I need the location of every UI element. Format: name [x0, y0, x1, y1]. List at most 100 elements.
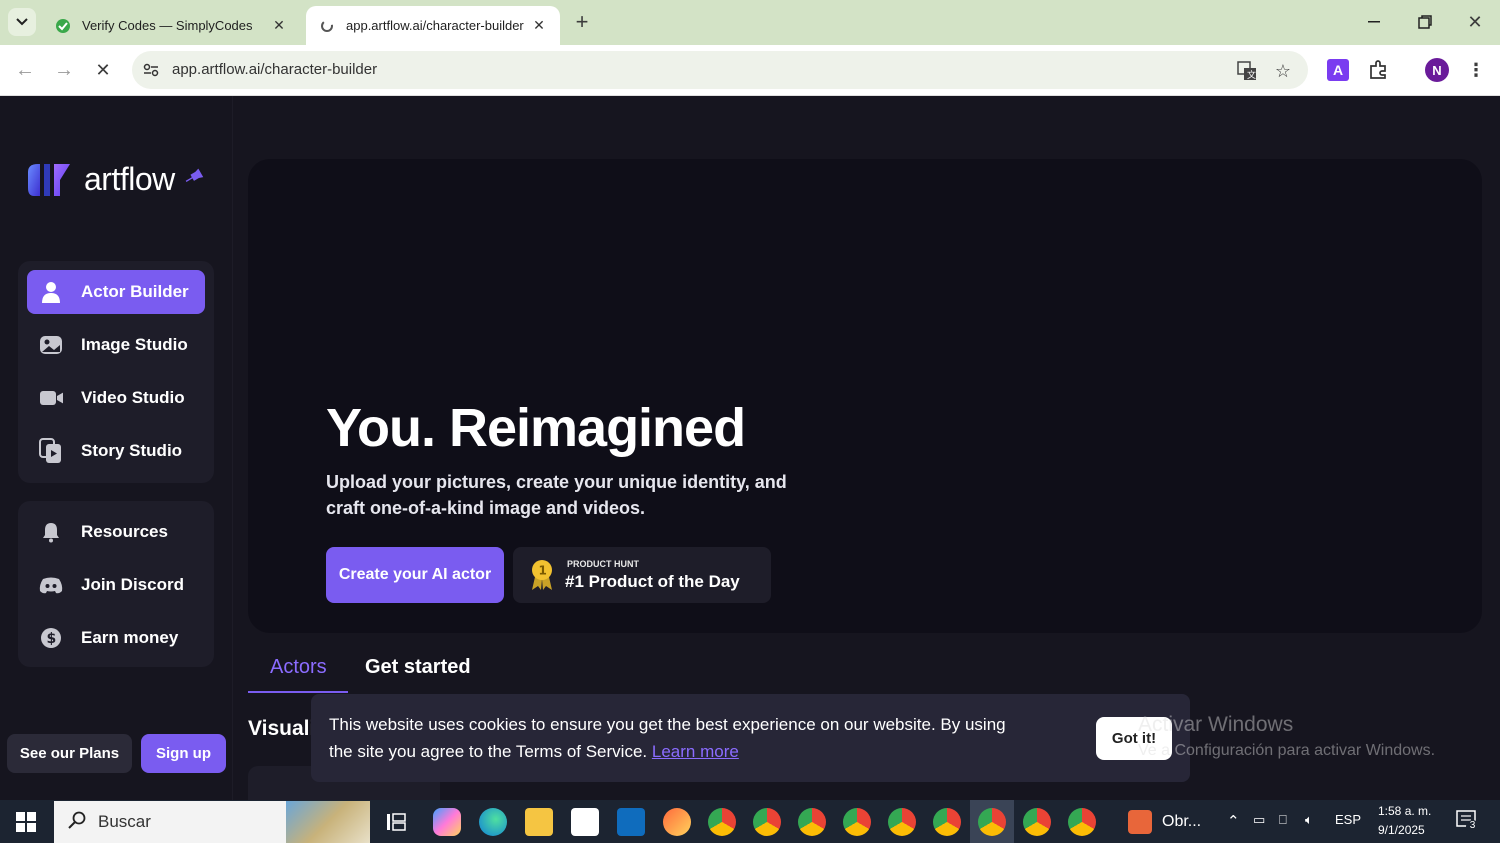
task-view-icon[interactable] [386, 812, 406, 832]
site-settings-icon[interactable] [141, 60, 161, 80]
see-plans-button[interactable]: See our Plans [7, 734, 132, 773]
notification-count: 3 [1466, 820, 1479, 833]
learn-more-link[interactable]: Learn more [652, 742, 739, 761]
close-window-icon[interactable]: ✕ [1461, 8, 1489, 36]
microsoft-store-icon[interactable] [571, 808, 599, 836]
url-text: app.artflow.ai/character-builder [172, 61, 378, 78]
chrome-profile-b-icon[interactable] [843, 808, 871, 836]
artflow-app: artflow Actor Builder Image Studio Video… [0, 96, 1500, 800]
copilot-icon[interactable] [433, 808, 461, 836]
section-heading: Visuali [248, 717, 316, 740]
nav-actor-builder[interactable]: Actor Builder [27, 270, 205, 314]
menu-kebab-icon[interactable]: ⋮ [1466, 58, 1486, 82]
story-pages-icon [39, 438, 63, 463]
file-explorer-icon[interactable] [525, 808, 553, 836]
windows-start-icon[interactable] [16, 812, 36, 832]
close-tab-icon[interactable]: ✕ [530, 17, 548, 34]
restore-icon[interactable] [1411, 8, 1439, 36]
bookmark-star-icon[interactable]: ☆ [1272, 60, 1294, 82]
windows-taskbar: Buscar Obr... ⌃ ▭ ⎕ 🔈︎ ESP 1:58 a. m. 9/… [0, 800, 1500, 843]
close-tab-icon[interactable]: ✕ [270, 17, 288, 34]
browser-toolbar: ← → ✕ app.artflow.ai/character-builder 文… [0, 45, 1500, 96]
windows-activation-subtitle: Ve a Configuración para activar Windows. [1138, 742, 1436, 759]
chrome-profile-j2-icon[interactable] [798, 808, 826, 836]
extensions-puzzle-icon[interactable] [1366, 58, 1390, 82]
notifications-icon[interactable]: 3 [1456, 810, 1479, 833]
nav-label: Video Studio [81, 388, 185, 407]
forward-arrow-icon[interactable]: → [51, 57, 77, 83]
tab-get-started[interactable]: Get started [365, 656, 471, 679]
tab-verify-codes[interactable]: Verify Codes — SimplyCodes ✕ [42, 6, 300, 45]
bell-icon [39, 520, 63, 544]
secondary-nav: Resources Join Discord $ Earn money [18, 501, 214, 667]
svg-text:文: 文 [1247, 69, 1256, 81]
browser-tab-strip: Verify Codes — SimplyCodes ✕ app.artflow… [0, 0, 1500, 45]
badge-caption: PRODUCT HUNT [567, 559, 639, 569]
translate-icon[interactable]: 文 [1236, 60, 1258, 82]
back-arrow-icon[interactable]: ← [12, 57, 38, 83]
traffic-warning-icon [1128, 810, 1152, 834]
svg-text:$: $ [47, 631, 57, 647]
nav-label: Image Studio [81, 335, 188, 354]
chrome-profile-j-icon[interactable] [753, 808, 781, 836]
stop-loading-icon[interactable]: ✕ [90, 57, 116, 83]
search-placeholder: Buscar [98, 812, 151, 831]
video-camera-icon [39, 386, 63, 410]
product-hunt-badge[interactable]: 1 PRODUCT HUNT #1 Product of the Day [513, 547, 771, 603]
nav-label: Join Discord [81, 575, 184, 594]
nav-resources[interactable]: Resources [27, 510, 205, 554]
dollar-coin-icon: $ [39, 626, 63, 650]
nav-label: Story Studio [81, 441, 183, 460]
cookie-banner: This website uses cookies to ensure you … [311, 694, 1190, 782]
meet-icon[interactable]: ▭ [1253, 812, 1265, 828]
clock-time[interactable]: 1:58 a. m. [1378, 804, 1431, 818]
minimize-icon[interactable] [1360, 8, 1388, 36]
image-icon [39, 333, 63, 357]
nav-image-studio[interactable]: Image Studio [27, 323, 205, 367]
nav-earn-money[interactable]: $ Earn money [27, 616, 205, 660]
chrome-profile-a-icon[interactable] [708, 808, 736, 836]
address-bar[interactable]: app.artflow.ai/character-builder 文 ☆ [132, 51, 1308, 89]
weather-widget[interactable]: Obr... [1128, 810, 1201, 834]
taskbar-search[interactable]: Buscar [54, 801, 370, 843]
nav-join-discord[interactable]: Join Discord [27, 563, 205, 607]
network-icon[interactable]: ⎕ [1279, 812, 1287, 828]
chrome-profile-j3-icon[interactable] [888, 808, 916, 836]
outlook-icon[interactable] [617, 808, 645, 836]
medal-icon: 1 [532, 560, 552, 590]
weather-label: Obr... [1162, 813, 1202, 830]
volume-icon[interactable]: 🔈︎ [1305, 812, 1313, 828]
new-tab-plus-icon[interactable]: + [570, 9, 594, 34]
language-indicator[interactable]: ESP [1335, 812, 1361, 827]
hero-subtitle: Upload your pictures, create your unique… [326, 472, 787, 518]
active-tab-indicator [248, 691, 348, 693]
windows-activation-title: Activar Windows [1138, 713, 1294, 736]
profile-avatar[interactable]: N [1425, 58, 1449, 82]
tab-artflow[interactable]: app.artflow.ai/character-builder ✕ [306, 6, 560, 45]
user-icon [39, 280, 63, 304]
tab-actors[interactable]: Actors [270, 656, 327, 679]
simplycodes-favicon-icon [54, 17, 72, 35]
app-swirl-icon[interactable] [663, 808, 691, 836]
nav-story-studio[interactable]: Story Studio [27, 429, 205, 473]
search-highlight-image [286, 801, 370, 843]
sidebar: artflow Actor Builder Image Studio Video… [0, 96, 233, 800]
chrome-profile-n2-icon[interactable] [1023, 808, 1051, 836]
extension-a-icon[interactable]: A [1327, 59, 1349, 81]
sign-up-button[interactable]: Sign up [141, 734, 226, 773]
nav-video-studio[interactable]: Video Studio [27, 376, 205, 420]
chrome-profile-n-active-icon[interactable] [978, 808, 1006, 836]
badge-title: #1 Product of the Day [565, 572, 740, 591]
nav-label: Actor Builder [81, 282, 189, 301]
chrome-profile-y-icon[interactable] [1068, 808, 1096, 836]
logo-wordmark: artflow [84, 160, 175, 197]
edge-browser-icon[interactable] [479, 808, 507, 836]
pin-icon[interactable] [185, 167, 205, 192]
clock-date[interactable]: 9/1/2025 [1378, 823, 1425, 837]
create-ai-actor-button[interactable]: Create your AI actor [326, 547, 504, 603]
tab-search-chevron-icon[interactable] [8, 8, 36, 36]
tray-chevron-icon[interactable]: ⌃ [1227, 812, 1240, 830]
cookie-text-block: This website uses cookies to ensure you … [329, 711, 1029, 765]
chrome-profile-n-icon[interactable] [933, 808, 961, 836]
artflow-logo[interactable]: artflow [26, 160, 205, 198]
